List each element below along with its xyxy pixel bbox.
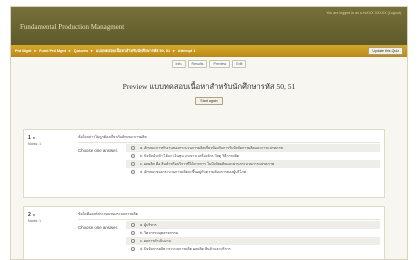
answer-option-c[interactable]: c. ผลผลิต คือ สินค้าหรือบริการที่ได้จากก… [126,160,380,168]
breadcrumb-attempt: Attempt 1 [177,49,196,53]
radio-button-icon[interactable] [131,231,135,235]
answer-option-label: b. วิศวกรรมอุตสาหกรรม [140,231,179,235]
answer-option-d[interactable]: d. ลักษณะของกระบวนการผลิตจะขึ้นอยู่กับคว… [126,168,380,176]
question-number: 1ข [28,135,36,141]
breadcrumb-separator-icon: ► [33,49,38,53]
breadcrumb-quiz-name[interactable]: แบบทดสอบเนื้อหาสำหรับนักศึกษารหัส 50, 51 [96,48,170,54]
browser-page: You are logged in as นายXXX XXXXX (Logou… [10,6,408,260]
answer-options: a. ลักษณะการทำงานของกระบวนการผลิตเกี่ยวข… [126,144,380,176]
breadcrumb-separator-icon: ► [90,49,94,53]
answer-option-label: d. ปัจจัยการผลิต กระบวนการผลิต ผลผลิต สิ… [140,247,231,251]
answer-option-b[interactable]: b. ปัจจัยนำเข้า ได้แก่ เงินทุน แรงงาน เค… [126,152,380,160]
breadcrumb-prd-mgnt[interactable]: Prd Mgnt [15,49,31,53]
answer-option-label: a. ผู้บริหาร [140,223,157,227]
divider [78,219,380,220]
tab-edit[interactable]: Edit [232,60,247,68]
site-title: Fundamental Production Managment [20,23,125,31]
choose-one-label: Choose one answer. [78,148,119,153]
question-info: 1ข Marks: 1 [28,135,41,146]
breadcrumb-separator-icon: ► [68,49,72,53]
tab-info[interactable]: Info [171,60,186,68]
update-quiz-button[interactable]: Update this Quiz [368,47,403,55]
question-text: ข้อใดคือองค์ประกอบของระบบการผลิต [78,212,138,216]
radio-button-icon[interactable] [131,223,135,227]
page-title: Preview แบบทดสอบเนื้อหาสำหรับนักศึกษารหั… [122,82,296,91]
answer-option-b[interactable]: b. วิศวกรรมอุตสาหกรรม [126,229,380,237]
answer-option-a[interactable]: a. ลักษณะการทำงานของกระบวนการผลิตเกี่ยวข… [126,144,380,152]
choose-one-label: Choose one answer. [78,225,119,230]
answer-options: a. ผู้บริหาร b. วิศวกรรมอุตสาหกรรม c. ผล… [126,221,380,253]
question-1: 1ข Marks: 1 ข้อใดกล่าวไม่ถูกต้องเกี่ยวกั… [23,129,385,198]
breadcrumb-fund-prd-mgnt[interactable]: Fund Prd Mgnt [39,49,66,53]
answer-option-label: d. ลักษณะของกระบวนการผลิตจะขึ้นอยู่กับคว… [140,170,247,174]
tab-preview[interactable]: Preview [209,60,231,68]
start-again-button[interactable]: Start again [195,97,223,105]
answer-option-label: c. ผลผลิต คือ สินค้าหรือบริการที่ได้จากก… [140,162,274,166]
answer-option-a[interactable]: a. ผู้บริหาร [126,221,380,229]
login-info[interactable]: You are logged in as นายXXX XXXXX (Logou… [326,10,401,16]
question-suffix: ข [32,136,36,140]
radio-button-icon[interactable] [131,146,135,150]
radio-button-icon[interactable] [131,162,135,166]
answer-option-label: a. ลักษณะการทำงานของกระบวนการผลิตเกี่ยวข… [140,146,283,150]
breadcrumb-quizzes[interactable]: Quizzes [74,49,88,53]
breadcrumb-separator-icon: ► [172,49,176,53]
radio-button-icon[interactable] [131,247,135,251]
tab-results[interactable]: Results [187,60,208,68]
question-info: 2ข Marks: 1 [28,212,41,223]
divider [78,142,380,143]
radio-button-icon[interactable] [131,170,135,174]
question-marks: Marks: 1 [28,219,41,223]
question-text: ข้อใดกล่าวไม่ถูกต้องเกี่ยวกับลักษณะการผล… [78,135,147,139]
quiz-tabs: Info Results Preview Edit [11,60,407,68]
question-number: 2ข [28,212,36,218]
answer-option-d[interactable]: d. ปัจจัยการผลิต กระบวนการผลิต ผลผลิต สิ… [126,245,380,253]
radio-button-icon[interactable] [131,239,135,243]
answer-option-label: c. ผลการดำเนินงาน [140,239,171,243]
breadcrumb: Prd Mgnt ► Fund Prd Mgnt ► Quizzes ► แบบ… [11,45,407,57]
question-marks: Marks: 1 [28,142,41,146]
question-suffix: ข [32,213,36,217]
answer-option-label: b. ปัจจัยนำเข้า ได้แก่ เงินทุน แรงงาน เค… [140,154,240,158]
answer-option-c[interactable]: c. ผลการดำเนินงาน [126,237,380,245]
question-2: 2ข Marks: 1 ข้อใดคือองค์ประกอบของระบบการ… [23,206,385,259]
site-header: You are logged in as นายXXX XXXXX (Logou… [11,7,407,45]
radio-button-icon[interactable] [131,154,135,158]
